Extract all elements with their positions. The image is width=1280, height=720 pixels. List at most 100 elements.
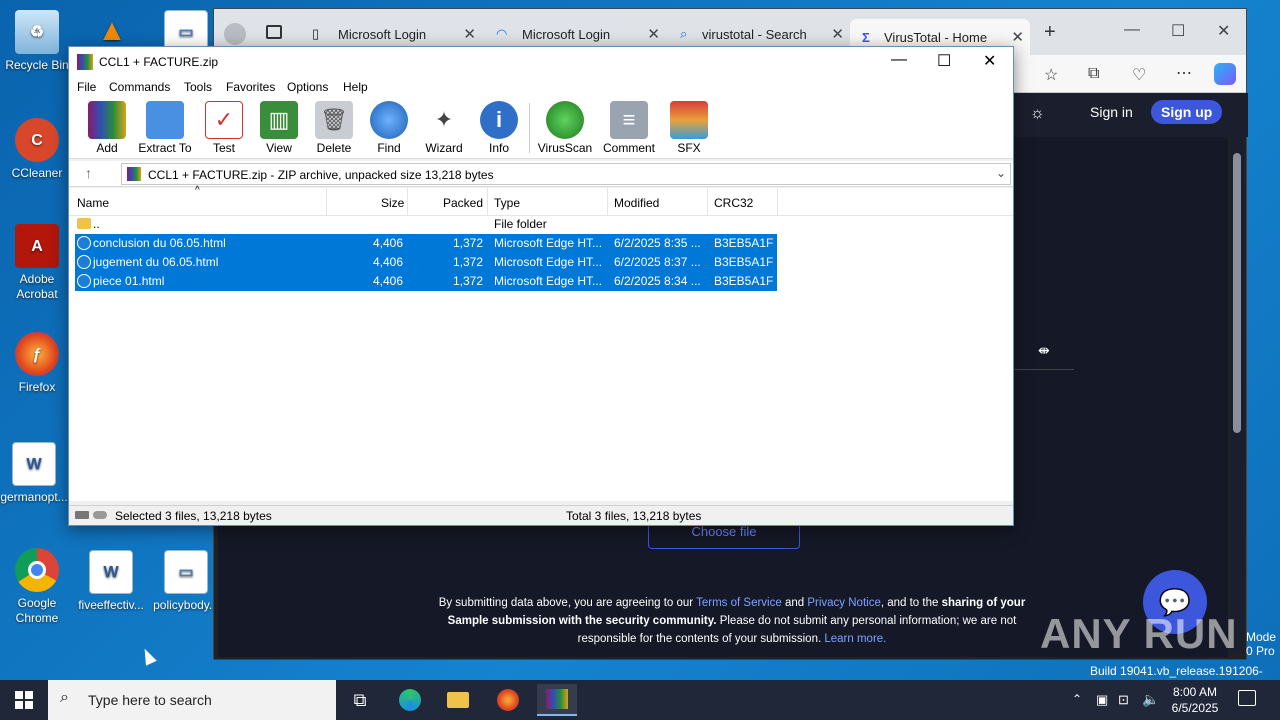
menu-bar: File Commands Tools Favorites Options He… xyxy=(69,77,1013,97)
chevron-down-icon[interactable]: ⌄ xyxy=(996,166,1006,180)
view-button[interactable]: ▥ View xyxy=(249,101,309,155)
word-doc-shortcut[interactable]: W germanopt... xyxy=(0,442,70,505)
file-size: 4,406 xyxy=(373,236,404,250)
learn-more-link[interactable]: Learn more. xyxy=(824,633,886,645)
desktop-icon-label: CCleaner xyxy=(11,166,63,180)
favorites-icon[interactable]: ☆ xyxy=(1044,65,1058,85)
menu-options[interactable]: Options xyxy=(287,80,328,94)
tab-actions-icon[interactable] xyxy=(266,25,282,39)
adobe-acrobat-shortcut[interactable]: A Adobe Acrobat xyxy=(1,224,73,302)
close-tab-icon[interactable]: ✕ xyxy=(1011,28,1024,46)
browser-essentials-icon[interactable]: ♡ xyxy=(1132,65,1146,85)
collections-icon[interactable]: ⧉ xyxy=(1088,65,1099,83)
col-crc32[interactable]: CRC32 xyxy=(714,196,753,210)
edge-icon[interactable] xyxy=(390,684,430,716)
google-chrome-shortcut[interactable]: Google Chrome xyxy=(1,548,73,626)
menu-tools[interactable]: Tools xyxy=(184,80,212,94)
task-view-icon[interactable]: ⧉ xyxy=(340,684,380,716)
delete-button[interactable]: 🗑 Delete xyxy=(304,101,364,155)
word-doc-shortcut-2[interactable]: W fiveeffectiv... xyxy=(75,550,147,613)
privacy-notice-link[interactable]: Privacy Notice xyxy=(807,597,881,609)
col-type[interactable]: Type xyxy=(494,196,520,210)
menu-commands[interactable]: Commands xyxy=(109,80,170,94)
file-row[interactable]: conclusion du 06.05.html 4,406 1,372 Mic… xyxy=(75,234,777,253)
test-button[interactable]: ✓ Test xyxy=(194,101,254,155)
winrar-toolbar: Add Extract To ✓ Test ▥ View 🗑 Delete Find … xyxy=(69,97,1013,159)
file-explorer-icon[interactable] xyxy=(438,684,478,716)
winrar-taskbar-icon[interactable] xyxy=(537,684,577,716)
virusscan-button[interactable]: VirusScan xyxy=(535,101,595,155)
menu-file[interactable]: File xyxy=(77,80,96,94)
file-row[interactable]: piece 01.html 4,406 1,372 Microsoft Edge… xyxy=(75,272,777,291)
tab-microsoft-login-1[interactable]: ▯ Microsoft Login ✕ xyxy=(302,19,482,49)
system-clock[interactable]: 8:00 AM 6/5/2025 xyxy=(1160,684,1230,716)
sign-in-link[interactable]: Sign in xyxy=(1090,104,1133,120)
close-icon[interactable]: ✕ xyxy=(983,51,996,71)
col-modified[interactable]: Modified xyxy=(614,196,659,210)
new-tab-icon[interactable]: + xyxy=(1044,21,1056,44)
profile-avatar-icon[interactable] xyxy=(224,23,246,45)
firefox-shortcut[interactable]: ƒ Firefox xyxy=(1,332,73,395)
volume-icon[interactable]: 🔈 xyxy=(1142,691,1159,720)
column-divider[interactable] xyxy=(777,188,778,216)
chrome-icon xyxy=(15,548,59,592)
notification-icon[interactable] xyxy=(1238,690,1256,706)
minimize-icon[interactable]: — xyxy=(891,51,907,69)
copilot-icon[interactable] xyxy=(1214,63,1236,85)
extract-to-button[interactable]: Extract To xyxy=(135,101,195,155)
toolbar-label: View xyxy=(266,141,292,155)
parent-folder-row[interactable]: .. File folder xyxy=(75,215,777,234)
column-divider[interactable] xyxy=(407,188,408,216)
maximize-icon[interactable]: ☐ xyxy=(1171,21,1185,41)
tab-microsoft-login-2[interactable]: ◠ Microsoft Login ✕ xyxy=(486,19,666,49)
comment-button[interactable]: ≡ Comment xyxy=(599,101,659,155)
up-arrow-icon[interactable]: ↑ xyxy=(85,165,92,181)
close-tab-icon[interactable]: ✕ xyxy=(463,25,476,43)
image-file-shortcut[interactable]: ▭ policybody... xyxy=(150,550,222,613)
column-divider[interactable] xyxy=(607,188,608,216)
info-button[interactable]: i Info xyxy=(469,101,529,155)
maximize-icon[interactable]: ☐ xyxy=(937,51,951,71)
archive-path-field[interactable]: CCL1 + FACTURE.zip - ZIP archive, unpack… xyxy=(121,163,1011,185)
status-bar: Selected 3 files, 13,218 bytes Total 3 f… xyxy=(69,505,1013,525)
terms-of-service-link[interactable]: Terms of Service xyxy=(696,597,782,609)
minimize-icon[interactable]: — xyxy=(1124,21,1140,39)
close-icon[interactable]: ✕ xyxy=(1217,21,1230,41)
column-divider[interactable] xyxy=(326,188,327,216)
firefox-icon[interactable] xyxy=(488,684,528,716)
theme-toggle-icon[interactable]: ☼ xyxy=(1030,105,1045,123)
page-icon: ▯ xyxy=(312,26,320,41)
sfx-button[interactable]: SFX xyxy=(659,101,719,155)
file-row[interactable]: jugement du 06.05.html 4,406 1,372 Micro… xyxy=(75,253,777,272)
recycle-bin-shortcut[interactable]: ♻ Recycle Bin xyxy=(1,10,73,73)
expand-icon[interactable]: ⇼ xyxy=(1038,342,1050,359)
col-packed[interactable]: Packed xyxy=(443,196,483,210)
tray-app-icon[interactable]: ▣ xyxy=(1096,692,1108,720)
wizard-button[interactable]: ✦ Wizard xyxy=(414,101,474,155)
close-tab-icon[interactable]: ✕ xyxy=(647,25,660,43)
taskbar-search-box[interactable]: ⌕ Type here to search xyxy=(48,680,336,720)
add-button[interactable]: Add xyxy=(77,101,137,155)
column-divider[interactable] xyxy=(707,188,708,216)
comment-icon: ≡ xyxy=(610,101,648,139)
ccleaner-shortcut[interactable]: C CCleaner xyxy=(1,118,73,181)
file-packed: 1,372 xyxy=(453,274,484,288)
network-icon[interactable]: ⊡ xyxy=(1118,692,1129,720)
menu-help[interactable]: Help xyxy=(343,80,368,94)
col-size[interactable]: Size xyxy=(381,196,404,210)
col-name[interactable]: Name xyxy=(77,196,109,210)
menu-favorites[interactable]: Favorites xyxy=(226,80,275,94)
start-button[interactable] xyxy=(0,680,48,720)
find-button[interactable]: Find xyxy=(359,101,419,155)
clock-date: 6/5/2025 xyxy=(1171,701,1219,715)
archive-icon xyxy=(127,167,141,181)
magic-wand-icon: ✦ xyxy=(434,107,454,132)
chevron-up-icon[interactable]: ⌃ xyxy=(1072,692,1082,720)
close-tab-icon[interactable]: ✕ xyxy=(831,25,844,43)
more-menu-icon[interactable]: ⋯ xyxy=(1176,63,1192,83)
column-divider[interactable] xyxy=(487,188,488,216)
scrollbar-thumb[interactable] xyxy=(1233,153,1241,433)
tab-virustotal-search[interactable]: ⌕ virustotal - Search ✕ xyxy=(670,19,850,49)
page-scrollbar[interactable] xyxy=(1230,93,1244,653)
sign-up-button[interactable]: Sign up xyxy=(1151,100,1223,124)
